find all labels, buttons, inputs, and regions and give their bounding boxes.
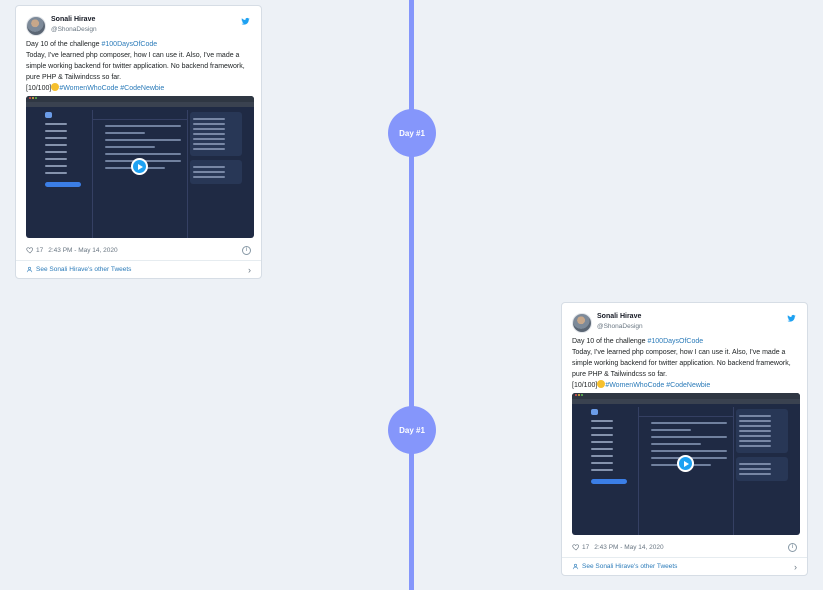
author-name[interactable]: Sonali Hirave	[51, 15, 97, 24]
chevron-right-icon: ›	[794, 561, 797, 572]
avatar[interactable]	[572, 313, 592, 333]
heart-icon[interactable]	[572, 543, 580, 551]
video-thumbnail[interactable]	[26, 96, 254, 238]
timestamp[interactable]: 2:43 PM - May 14, 2020	[594, 544, 663, 551]
day-marker: Day #1	[388, 406, 436, 454]
like-count: 17	[36, 246, 44, 254]
tweet-counter: [10/100]	[26, 85, 52, 92]
tweet-counter: [10/100]	[572, 382, 598, 389]
other-tweets-link[interactable]: See Sonali Hirave's other Tweets	[582, 563, 677, 570]
twitter-bird-icon[interactable]	[787, 314, 796, 323]
tweet-header: Sonali Hirave @ShonaDesign	[572, 312, 797, 334]
author-handle[interactable]: @ShonaDesign	[597, 322, 643, 331]
author-handle[interactable]: @ShonaDesign	[51, 25, 97, 34]
info-icon[interactable]: i	[242, 245, 251, 255]
day-marker: Day #1	[388, 109, 436, 157]
avatar[interactable]	[26, 16, 46, 36]
timeline-line	[409, 0, 414, 590]
tweet-line: Day 10 of the challenge	[572, 338, 648, 345]
person-icon	[26, 266, 33, 273]
hashtag-link[interactable]: #CodeNewbie	[120, 85, 164, 92]
hashtag-link[interactable]: #100DaysOfCode	[648, 338, 704, 345]
hashtag-link[interactable]: #WomenWhoCode	[59, 85, 118, 92]
video-thumbnail[interactable]	[572, 393, 800, 535]
author-name[interactable]: Sonali Hirave	[597, 312, 643, 321]
timestamp[interactable]: 2:43 PM - May 14, 2020	[48, 247, 117, 254]
heart-icon[interactable]	[26, 246, 34, 254]
chevron-right-icon: ›	[248, 264, 251, 275]
hashtag-link[interactable]: #WomenWhoCode	[605, 382, 664, 389]
like-count: 17	[582, 543, 590, 551]
play-icon[interactable]	[677, 455, 694, 472]
twitter-bird-icon[interactable]	[241, 17, 250, 26]
tweet-footer[interactable]: See Sonali Hirave's other Tweets ›	[562, 557, 807, 575]
tweet-card[interactable]: Sonali Hirave @ShonaDesign Day 10 of the…	[15, 5, 262, 279]
tweet-meta: 17 2:43 PM - May 14, 2020 i	[26, 240, 251, 260]
person-icon	[572, 563, 579, 570]
tweet-text: Day 10 of the challenge #100DaysOfCode T…	[572, 336, 797, 391]
hashtag-link[interactable]: #100DaysOfCode	[102, 41, 158, 48]
tweet-meta: 17 2:43 PM - May 14, 2020 i	[572, 537, 797, 557]
hashtag-link[interactable]: #CodeNewbie	[666, 382, 710, 389]
info-icon[interactable]: i	[788, 542, 797, 552]
tweet-line: Day 10 of the challenge	[26, 41, 102, 48]
tweet-body: Today, I've learned php composer, how I …	[572, 349, 793, 378]
tweet-text: Day 10 of the challenge #100DaysOfCode T…	[26, 39, 251, 94]
tweet-body: Today, I've learned php composer, how I …	[26, 52, 247, 81]
play-icon[interactable]	[131, 158, 148, 175]
tweet-card[interactable]: Sonali Hirave @ShonaDesign Day 10 of the…	[561, 302, 808, 576]
tweet-footer[interactable]: See Sonali Hirave's other Tweets ›	[16, 260, 261, 278]
other-tweets-link[interactable]: See Sonali Hirave's other Tweets	[36, 266, 131, 273]
tweet-header: Sonali Hirave @ShonaDesign	[26, 15, 251, 37]
